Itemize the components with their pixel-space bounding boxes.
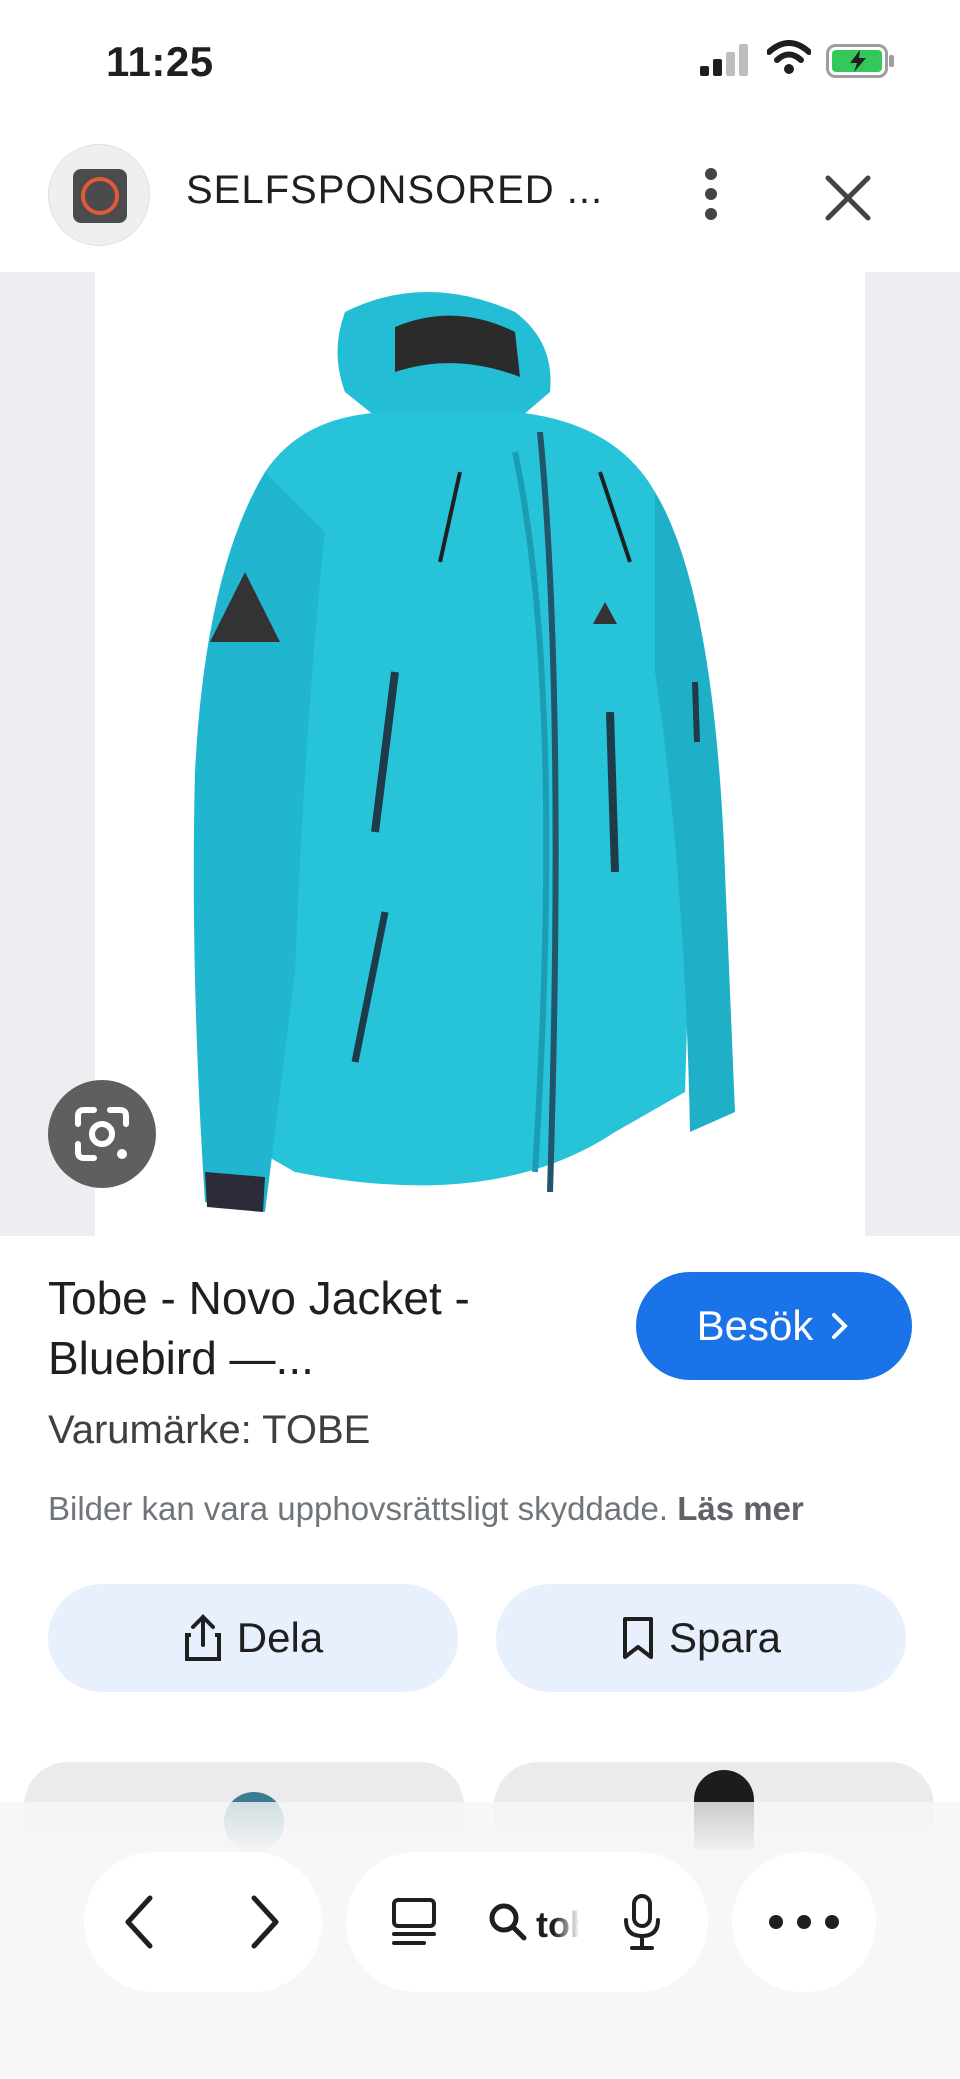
more-options-button[interactable] [690, 160, 730, 226]
more-horizontal-icon [769, 1915, 839, 1929]
copyright-text: Bilder kan vara upphovsrättsligt skyddad… [48, 1490, 669, 1527]
status-time: 11:25 [106, 38, 214, 85]
jacket-illustration [193, 292, 735, 1212]
bookmark-icon [622, 1617, 653, 1659]
wifi-icon [767, 40, 811, 74]
search-icon [489, 1903, 527, 1941]
site-name[interactable]: SELFSPONSORED ... [186, 168, 603, 213]
chevron-right-icon [832, 1313, 849, 1339]
more-menu-pill[interactable] [732, 1852, 876, 1992]
share-button[interactable]: Dela [48, 1584, 458, 1692]
result-header: SELFSPONSORED ... [0, 140, 960, 270]
logo-badge [73, 169, 127, 223]
share-icon [184, 1614, 221, 1661]
copyright-notice: Bilder kan vara upphovsrättsligt skyddad… [48, 1490, 804, 1528]
close-icon[interactable] [820, 170, 876, 226]
forward-icon[interactable] [244, 1892, 284, 1952]
google-lens-button[interactable] [48, 1080, 156, 1188]
navigation-pill [84, 1852, 322, 1992]
save-button[interactable]: Spara [496, 1584, 906, 1692]
battery-charging-icon [826, 44, 894, 78]
search-query-text[interactable]: tobe [536, 1904, 580, 1946]
signal-icon [700, 44, 748, 76]
brand-label: Varumärke: TOBE [48, 1408, 371, 1452]
search-pill[interactable] [346, 1852, 708, 1992]
title-line-2: Bluebird —... [48, 1332, 314, 1384]
share-label: Dela [236, 1614, 324, 1661]
product-image [95, 272, 865, 1236]
save-label: Spara [668, 1614, 782, 1661]
logo-ring [81, 177, 119, 215]
back-icon[interactable] [120, 1892, 160, 1952]
tabs-icon[interactable] [390, 1896, 438, 1948]
lens-icon [75, 1107, 129, 1161]
title-line-1: Tobe - Novo Jacket - [48, 1272, 470, 1324]
site-logo[interactable] [48, 144, 150, 246]
browser-toolbar [0, 1802, 960, 2079]
visit-label: Besök [696, 1302, 814, 1349]
status-bar: 11:25 [0, 0, 960, 130]
microphone-icon[interactable] [622, 1892, 662, 1952]
result-title[interactable]: Tobe - Novo Jacket - Bluebird —... [48, 1268, 608, 1388]
read-more-link[interactable]: Läs mer [677, 1490, 804, 1527]
visit-button[interactable]: Besök [636, 1272, 912, 1380]
